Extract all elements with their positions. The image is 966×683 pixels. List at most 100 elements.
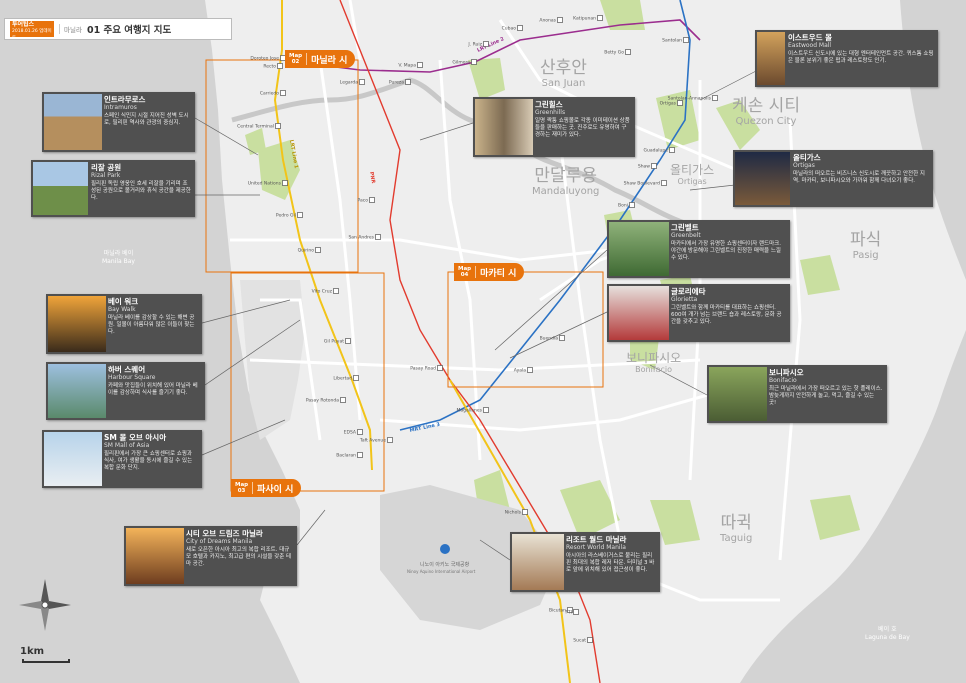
card-title: 그린힐스 xyxy=(535,100,563,109)
maplabel-makati[interactable]: Map 04 마카티 시 xyxy=(454,263,525,281)
maplabel-number: Map 04 xyxy=(454,266,477,278)
station-marker[interactable]: Santolan-Annapolis xyxy=(668,95,718,102)
station-marker[interactable]: Recto xyxy=(263,63,283,70)
station-label: Katipunan xyxy=(573,16,596,22)
station-marker[interactable]: Guadalupe xyxy=(644,147,675,154)
station-marker[interactable]: Paco xyxy=(358,197,375,204)
station-marker[interactable]: Gilmore xyxy=(452,59,477,66)
card-title: 리잘 공원 xyxy=(91,163,122,172)
station-icon xyxy=(417,62,423,68)
station-marker[interactable]: Magallanes xyxy=(457,407,489,414)
card-greenbelt[interactable]: 그린벨트 Greenbelt 마카티에서 가장 유명한 쇼핑센터이자 랜드마크. 야… xyxy=(607,220,790,278)
card-bay-walk[interactable]: 베이 워크 Bay Walk 마닐라 베이를 감상할 수 있는 해변 공원. 일몰이… xyxy=(46,294,202,354)
card-eastwood-mall[interactable]: 이스트우드 몰 Eastwood Mall 이스트우드 신도시에 있는 대형 엔터테… xyxy=(755,30,938,87)
station-marker[interactable]: Santolan xyxy=(662,37,689,44)
station-label: Pasay Rotonda xyxy=(306,398,339,404)
card-greenhills[interactable]: 그린힐스 Greenhills 일명 짝퉁 쇼핑몰로 각종 이미테이션 상품들을 판… xyxy=(473,97,635,157)
station-marker[interactable]: Taft Avenue xyxy=(359,437,393,444)
station-icon xyxy=(712,95,718,101)
station-marker[interactable]: Doroteo Jose xyxy=(250,55,286,62)
card-harbour-square[interactable]: 하버 스퀘어 Harbour Square 카페와 맛집들이 위치해 있어 마닐라 … xyxy=(46,362,205,420)
maplabel-manila[interactable]: Map 02 마닐라 시 xyxy=(285,50,356,68)
card-bonifacio[interactable]: 보니파시오 Bonifacio 최근 마닐라에서 가장 떠오르고 있는 핫 플레이스… xyxy=(707,365,887,423)
card-subtitle: Harbour Square xyxy=(108,374,156,381)
station-marker[interactable]: Shaw xyxy=(638,163,657,170)
district-taguig: 따귁 Taguig xyxy=(720,513,753,544)
station-label: Legarda xyxy=(340,80,358,86)
airport-label-ko: 니노이 아키노 국제공항 xyxy=(420,561,470,568)
station-marker[interactable]: Ayala xyxy=(514,367,533,374)
station-marker[interactable]: Legarda xyxy=(340,79,365,86)
station-icon xyxy=(517,25,523,31)
station-marker[interactable]: Buendia xyxy=(540,335,565,342)
station-marker[interactable]: Anonas xyxy=(539,17,563,24)
station-marker[interactable]: Cubao xyxy=(502,25,523,32)
card-title: 인트라무로스 xyxy=(104,95,146,104)
station-marker[interactable]: Betty Go xyxy=(604,49,631,56)
card-city-of-dreams[interactable]: 시티 오브 드림즈 마닐라 City of Dreams Manila 새로 오픈한… xyxy=(124,526,297,586)
card-desc: 필리핀 독립 영웅인 호세 리잘을 기리며 조성된 공원으로 볼거리와 휴식 공… xyxy=(91,181,191,201)
station-label: Paco xyxy=(358,198,369,204)
station-label: Magallanes xyxy=(457,408,483,414)
card-rizal-park[interactable]: 리잘 공원 Rizal Park 필리핀 독립 영웅인 호세 리잘을 기리며 조성된… xyxy=(31,160,195,217)
card-desc: 그린벨트와 함께 마카티를 대표하는 쇼핑센터. 600여 개가 넘는 브랜드 … xyxy=(671,305,782,325)
card-sm-mall-of-asia[interactable]: SM 몰 오브 아시아 SM Mall of Asia 필리핀에서 가장 큰 쇼핑센… xyxy=(42,430,202,488)
card-desc: 필리핀에서 가장 큰 쇼핑센터로 쇼핑과 식사, 여가 생활을 동시에 즐길 수… xyxy=(104,451,193,471)
card-subtitle: SM Mall of Asia xyxy=(104,442,150,449)
station-icon xyxy=(405,79,411,85)
station-marker[interactable]: Nichols xyxy=(505,509,528,516)
photo-sm-mall-of-asia xyxy=(44,432,102,486)
card-subtitle: Bonifacio xyxy=(769,377,797,384)
station-marker[interactable]: Pasay Road xyxy=(410,365,443,372)
card-ortigas[interactable]: 올티가스 Ortigas 마닐라의 떠오르는 비즈니스 신도시로 깨끗하고 안전한 … xyxy=(733,150,933,207)
card-desc: 아시아의 라스베이거스로 불리는 필리핀 최대의 복합 레저 타운. 터미널 3… xyxy=(566,553,655,573)
station-label: Vito Cruz xyxy=(312,289,333,295)
station-label: Sucat xyxy=(573,638,586,644)
station-label: United Nations xyxy=(248,181,282,187)
maplabel-number: Map 02 xyxy=(285,53,308,65)
station-marker[interactable]: Pedro Gil xyxy=(276,212,303,219)
station-label: Gil Puyat xyxy=(324,339,344,345)
maplabel-pasay[interactable]: Map 03 파사이 시 xyxy=(231,479,302,497)
station-label: Boni xyxy=(618,203,628,209)
station-marker[interactable]: Katipunan xyxy=(573,15,603,22)
card-desc: 스페인 식민지 시절 지어진 성벽 도시로, 필리핀 역사와 관광의 중심지. xyxy=(104,113,189,126)
station-marker[interactable]: Carriedo xyxy=(260,90,286,97)
station-icon xyxy=(340,397,346,403)
card-subtitle: Intramuros xyxy=(104,104,137,111)
photo-city-of-dreams xyxy=(126,528,184,584)
station-marker[interactable]: V. Mapa xyxy=(398,62,423,69)
station-icon xyxy=(587,637,593,643)
card-glorietta[interactable]: 글로리에타 Glorietta 그린벨트와 함께 마카티를 대표하는 쇼핑센터. 6… xyxy=(607,284,790,342)
station-label: Cubao xyxy=(502,26,517,32)
station-label: Baclaran xyxy=(336,453,356,459)
station-marker[interactable]: Central Terminal xyxy=(237,123,281,130)
card-intramuros[interactable]: 인트라무로스 Intramuros 스페인 식민지 시절 지어진 성벽 도시로, 필… xyxy=(42,92,195,152)
station-marker[interactable]: EDSA xyxy=(344,429,363,436)
station-marker[interactable]: Quirino xyxy=(298,247,321,254)
station-marker[interactable]: Sucat xyxy=(573,637,593,644)
station-marker[interactable]: San Andres xyxy=(348,234,381,241)
station-icon xyxy=(359,79,365,85)
station-marker[interactable]: Gil Puyat xyxy=(324,338,351,345)
card-resort-world[interactable]: 리조트 월드 마닐라 Resort World Manila 아시아의 라스베이거스… xyxy=(510,532,660,592)
station-icon xyxy=(275,123,281,129)
station-icon xyxy=(557,17,563,23)
station-marker[interactable]: Boni xyxy=(618,202,635,209)
station-icon xyxy=(483,407,489,413)
station-icon xyxy=(661,180,667,186)
station-marker[interactable]: J. Ruiz xyxy=(467,41,489,48)
station-marker[interactable]: Libertad xyxy=(333,375,359,382)
district-san-juan: 산후안 San Juan xyxy=(540,58,587,89)
station-icon xyxy=(282,180,288,186)
page-title: 01 주요 여행지 지도 xyxy=(86,25,172,36)
station-marker[interactable]: Baclaran xyxy=(336,452,363,459)
maplabel-number: Map 03 xyxy=(231,482,254,494)
card-subtitle: Bay Walk xyxy=(108,306,136,313)
station-marker[interactable]: Vito Cruz xyxy=(312,288,339,295)
station-icon xyxy=(387,437,393,443)
station-marker[interactable]: FTI xyxy=(565,609,579,616)
station-marker[interactable]: Pureza xyxy=(389,79,411,86)
card-subtitle: Greenhills xyxy=(535,109,566,116)
station-icon xyxy=(280,90,286,96)
